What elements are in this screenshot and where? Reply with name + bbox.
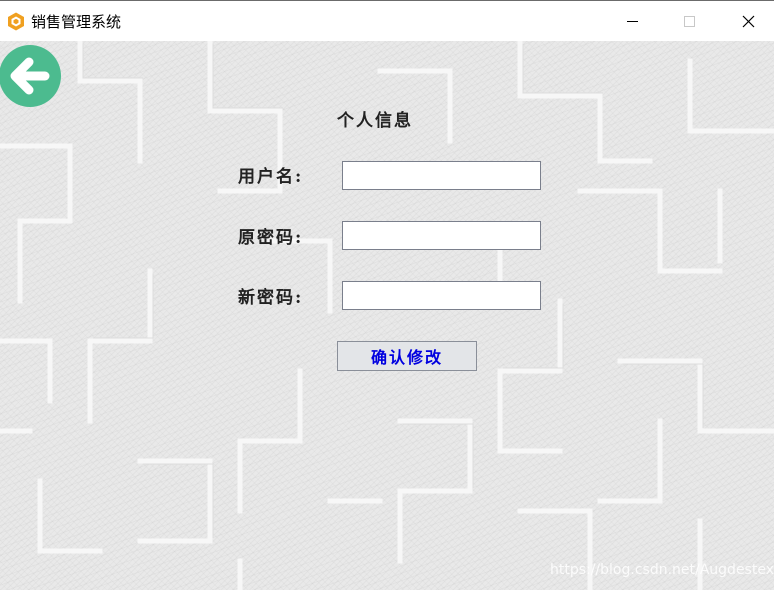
- username-input[interactable]: [342, 161, 541, 190]
- minimize-icon: [627, 21, 638, 22]
- hexagon-logo-icon: [8, 12, 24, 31]
- maximize-button[interactable]: [667, 2, 713, 41]
- old-password-label: 原密码:: [238, 228, 304, 248]
- back-button[interactable]: [0, 44, 62, 108]
- new-password-label: 新密码:: [238, 288, 304, 308]
- arrow-left-icon: [0, 45, 61, 107]
- main-content: 个人信息 用户名: 原密码: 新密码: 确认修改 https://blog.cs…: [0, 41, 774, 590]
- close-button[interactable]: [726, 2, 772, 41]
- window-title: 销售管理系统: [31, 13, 122, 31]
- app-window: 销售管理系统 个人信息 用户名: 原密码: 新密码: 确认修改 https://…: [0, 0, 774, 590]
- watermark-text: https://blog.csdn.net/Augdestex: [549, 562, 774, 578]
- close-icon: [742, 15, 755, 28]
- new-password-input[interactable]: [342, 281, 541, 310]
- username-label: 用户名:: [238, 167, 304, 187]
- page-title: 个人信息: [337, 111, 413, 131]
- minimize-button[interactable]: [609, 2, 655, 41]
- confirm-change-button[interactable]: 确认修改: [337, 341, 477, 371]
- old-password-input[interactable]: [342, 221, 541, 250]
- maximize-icon: [684, 16, 695, 27]
- title-bar: 销售管理系统: [0, 2, 774, 41]
